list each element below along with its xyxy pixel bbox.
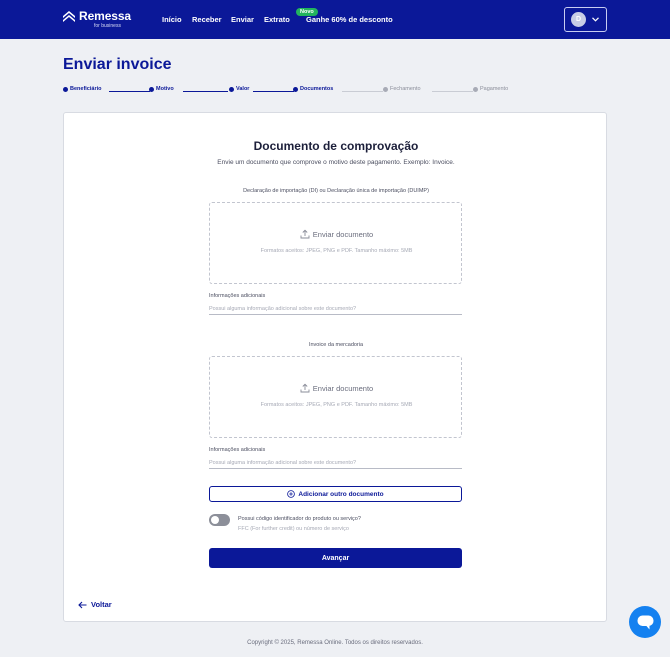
step-label: Documentos (300, 86, 334, 92)
upload-formats-hint: Formatos aceitos: JPEG, PNG e PDF. Taman… (260, 248, 413, 254)
chevron-down-icon (592, 17, 599, 22)
step-label: Pagamento (480, 86, 509, 92)
product-code-toggle[interactable] (209, 514, 230, 526)
step-dot (63, 86, 68, 92)
info-label: Informações adicionais (209, 293, 266, 299)
stepper-connector (432, 91, 473, 92)
account-menu-button[interactable]: D (564, 7, 607, 32)
step-label: Fechamento (390, 86, 421, 92)
stepper-connector (253, 91, 294, 92)
progress-stepper: Beneficiário Motivo Valor Documentos Fec… (63, 86, 515, 98)
upload-dropzone-invoice[interactable]: Enviar documento Formatos aceitos: JPEG,… (209, 356, 462, 438)
info-label: Informações adicionais (209, 447, 266, 453)
top-navbar: Remessa for business Início Receber Envi… (0, 0, 670, 39)
step-label: Beneficiário (70, 86, 102, 92)
step-dot (229, 86, 234, 92)
card-subtitle: Envie um documento que comprove o motivo… (217, 159, 455, 166)
step-pagamento: Pagamento (473, 86, 508, 92)
step-dot (293, 86, 298, 92)
page-title: Enviar invoice (63, 56, 172, 73)
brand-name: Remessa (79, 9, 132, 23)
advance-button[interactable]: Avançar (209, 548, 462, 568)
additional-info-input-invoice[interactable] (209, 458, 462, 469)
nav-extrato[interactable]: Extrato (264, 15, 290, 24)
upload-formats-hint: Formatos aceitos: JPEG, PNG e PDF. Taman… (260, 402, 413, 408)
brand-tagline: for business (94, 23, 121, 29)
chat-support-button[interactable] (629, 606, 661, 638)
brand-logo[interactable]: Remessa for business (63, 9, 132, 29)
nav-inicio[interactable]: Início (162, 15, 182, 24)
step-documentos: Documentos (293, 86, 333, 92)
step-label: Motivo (156, 86, 174, 92)
arrow-left-icon (78, 601, 87, 608)
stepper-connector (342, 91, 383, 92)
stepper-connector (109, 91, 150, 92)
nav-receber[interactable]: Receber (192, 15, 222, 24)
nav-discount[interactable]: Ganhe 60% de desconto (306, 15, 393, 24)
additional-info-input-di[interactable] (209, 304, 462, 315)
step-fechamento: Fechamento (383, 86, 421, 92)
toggle-subtitle: FFC (For further credit) ou número de se… (238, 526, 349, 532)
footer-copyright: Copyright © 2025, Remessa Online. Todos … (247, 640, 423, 646)
step-label: Valor (236, 86, 250, 92)
section-label-di: Declaração de importação (DI) ou Declara… (243, 188, 429, 194)
step-valor: Valor (229, 86, 249, 92)
toggle-knob (211, 516, 219, 524)
upload-label: Enviar documento (312, 383, 374, 393)
plus-circle-icon (287, 490, 296, 498)
upload-dropzone-di[interactable]: Enviar documento Formatos aceitos: JPEG,… (209, 202, 462, 284)
remessa-logo-icon (63, 11, 75, 22)
step-beneficiario: Beneficiário (63, 86, 101, 92)
add-document-button[interactable]: Adicionar outro documento (209, 486, 462, 502)
add-document-label: Adicionar outro documento (298, 490, 384, 498)
step-dot (149, 86, 154, 92)
upload-icon (300, 383, 310, 393)
stepper-connector (183, 91, 228, 92)
upload-label: Enviar documento (312, 229, 374, 239)
step-dot (473, 86, 478, 92)
card-title: Documento de comprovação (253, 139, 419, 153)
upload-icon (300, 229, 310, 239)
back-label: Voltar (91, 600, 112, 609)
chat-bubble-icon (637, 615, 653, 629)
nav-enviar[interactable]: Enviar (231, 15, 254, 24)
back-link[interactable]: Voltar (78, 600, 112, 609)
avatar: D (571, 12, 586, 27)
step-dot (383, 86, 388, 92)
document-card: Documento de comprovação Envie um docume… (63, 112, 607, 622)
section-label-invoice: Invoice da mercadoria (308, 342, 364, 348)
step-motivo: Motivo (149, 86, 174, 92)
toggle-title: Possui código identificador do produto o… (238, 516, 361, 522)
